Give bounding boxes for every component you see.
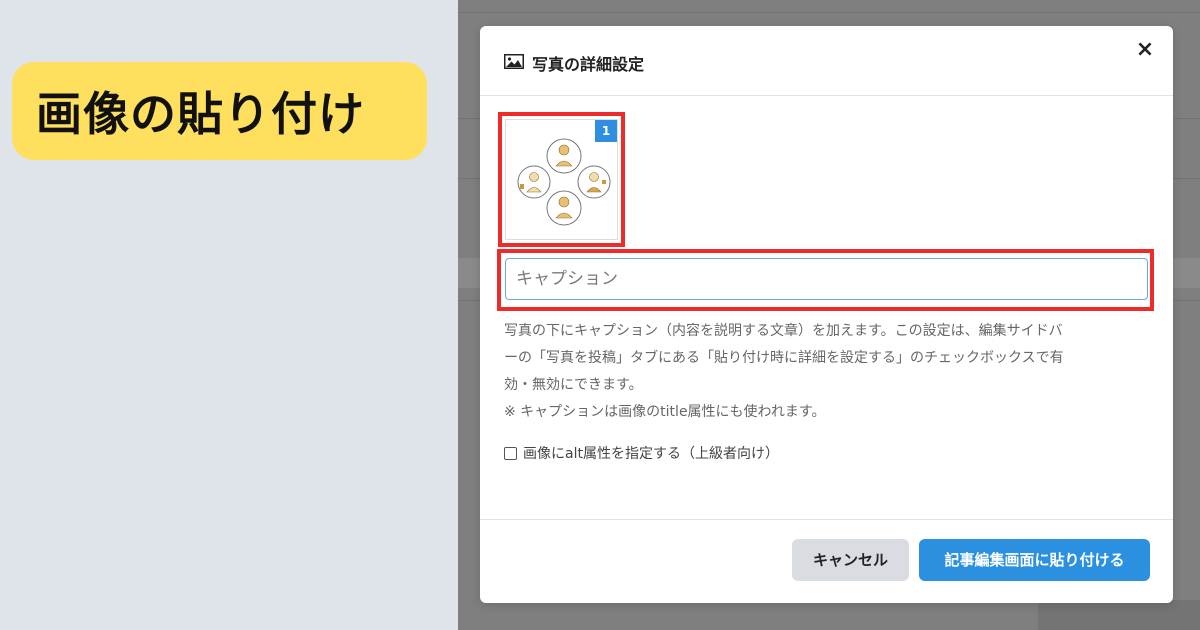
alt-attribute-option[interactable]: 画像にalt属性を指定する（上級者向け）	[504, 443, 779, 463]
help-line: 写真の下にキャプション（内容を説明する文章）を加えます。この設定は、編集サイドバ	[504, 323, 1063, 339]
left-panel: 画像の貼り付け	[0, 0, 458, 630]
thumbnail-highlight: 1	[498, 112, 625, 247]
paste-to-editor-button[interactable]: 記事編集画面に貼り付ける	[919, 539, 1150, 581]
caption-highlight	[497, 249, 1154, 311]
alt-attribute-label[interactable]: 画像にalt属性を指定する（上級者向け）	[523, 443, 779, 463]
caption-input[interactable]	[505, 258, 1148, 300]
background-block	[1038, 600, 1200, 630]
dialog-footer: キャンセル 記事編集画面に貼り付ける	[480, 519, 1173, 603]
alt-attribute-checkbox[interactable]	[504, 446, 517, 460]
tutorial-title: 画像の貼り付け	[12, 62, 427, 160]
close-button[interactable]: ×	[1133, 38, 1157, 62]
background-divider	[458, 12, 1200, 13]
image-icon	[504, 54, 524, 69]
dialog-header: 写真の詳細設定 ×	[480, 26, 1173, 96]
help-line: 効・無効にできます。	[504, 377, 643, 393]
cancel-button[interactable]: キャンセル	[792, 539, 909, 581]
help-line: ーの「写真を投稿」タブにある「貼り付け時に詳細を設定する」のチェックボックスで有	[504, 350, 1064, 366]
caption-help-text: 写真の下にキャプション（内容を説明する文章）を加えます。この設定は、編集サイドバ…	[504, 318, 1152, 426]
help-line: ※ キャプションは画像のtitle属性にも使われます。	[504, 404, 826, 420]
dialog-title: 写真の詳細設定	[532, 55, 645, 74]
photo-thumbnail[interactable]: 1	[505, 119, 618, 240]
photo-settings-dialog: 写真の詳細設定 × 1 キャプション 写真の下にキャプション（内容を説明する文章…	[480, 26, 1173, 603]
photo-image	[517, 138, 611, 226]
photo-number-badge: 1	[595, 120, 617, 142]
